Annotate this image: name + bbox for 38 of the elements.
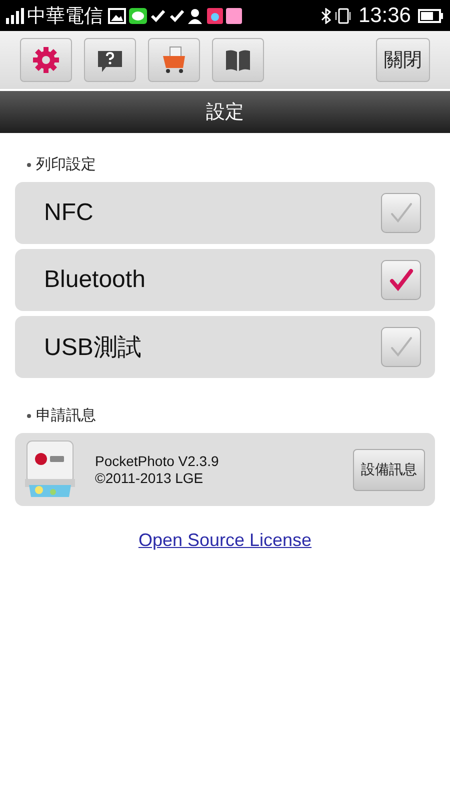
image-icon: [108, 8, 126, 24]
check-mark-icon: [387, 266, 415, 294]
toolbar-button[interactable]: [20, 38, 72, 82]
setting-label: NFC: [44, 199, 94, 227]
setting-row[interactable]: USB測試: [15, 316, 435, 378]
section-heading: 申請訊息: [36, 406, 96, 425]
setting-label: USB測試: [44, 333, 142, 363]
chat-icon: [129, 8, 147, 24]
setting-row[interactable]: NFC: [15, 182, 435, 244]
carrier-name: 中華電信: [27, 4, 103, 28]
license-link[interactable]: Open Source License: [138, 530, 312, 551]
settings-icon: [32, 46, 60, 74]
toolbar-button[interactable]: [84, 38, 136, 82]
app-version: PocketPhoto V2.3.9: [95, 452, 220, 470]
setting-label: Bluetooth: [44, 266, 146, 294]
cart-icon: [160, 46, 188, 74]
check-icon: [150, 8, 166, 24]
bullet-icon: [27, 414, 31, 418]
section-heading: 列印設定: [36, 155, 96, 174]
camera-icon: [207, 8, 223, 24]
bullet-icon: [27, 162, 31, 166]
signal-icon: [6, 8, 24, 24]
vibrate-icon: [335, 8, 352, 24]
battery-icon: [418, 8, 444, 22]
setting-row[interactable]: Bluetooth: [15, 249, 435, 311]
person-icon: [188, 8, 204, 24]
check-icon: [169, 8, 185, 24]
checkbox[interactable]: [381, 260, 421, 300]
checkbox[interactable]: [381, 193, 421, 233]
clock-time: 13:36: [358, 4, 411, 28]
checkbox[interactable]: [381, 327, 421, 367]
screen-title: 設定: [206, 100, 244, 125]
close-button[interactable]: 關閉: [376, 38, 430, 82]
device-info-button[interactable]: 設備訊息: [353, 448, 425, 490]
app-icon: [226, 8, 242, 24]
toolbar-button[interactable]: [212, 38, 264, 82]
copyright-text: ©2011-2013 LGE: [95, 470, 204, 486]
bluetooth-icon: [320, 8, 332, 24]
